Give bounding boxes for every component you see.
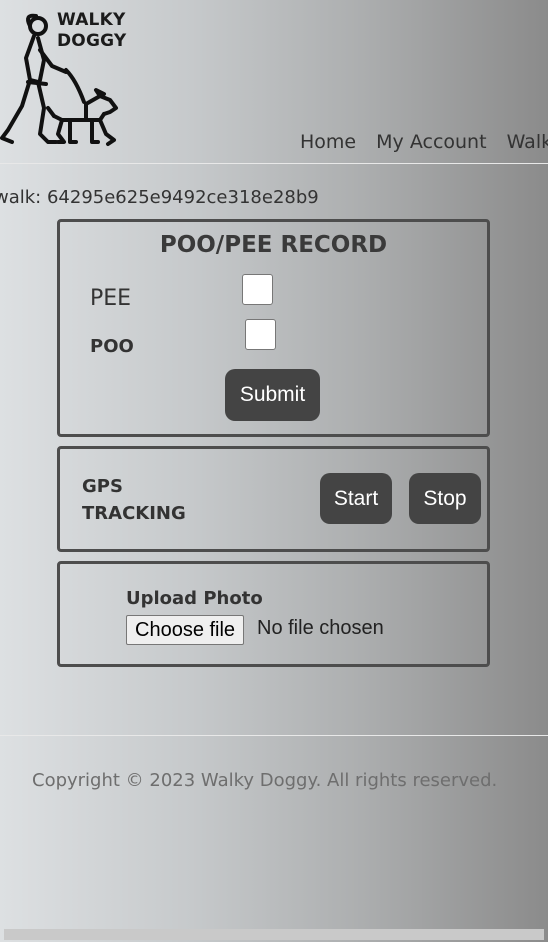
- upload-photo-card: Upload Photo Choose file No file chosen: [57, 561, 490, 667]
- footer-divider: [0, 735, 548, 736]
- header-divider: [0, 163, 548, 164]
- submit-button[interactable]: Submit: [225, 369, 320, 421]
- walk-id-text: walk: 64295e625e9492ce318e28b9: [0, 187, 319, 208]
- file-status-text: No file chosen: [257, 617, 384, 639]
- record-title: POO/PEE RECORD: [159, 232, 388, 258]
- stop-tracking-button[interactable]: Stop: [409, 473, 481, 524]
- poo-label: POO: [90, 336, 134, 357]
- logo-text-line2: DOGGY: [57, 31, 127, 51]
- nav-walker-link[interactable]: Walke: [507, 131, 548, 153]
- horizontal-scrollbar[interactable]: [4, 929, 544, 940]
- main-nav: Home My Account Walke: [300, 131, 548, 153]
- pee-checkbox[interactable]: [242, 274, 273, 305]
- logo-text: WALKY DOGGY: [57, 10, 126, 52]
- poo-pee-record-card: POO/PEE RECORD PEE POO Submit: [57, 219, 490, 437]
- nav-home-link[interactable]: Home: [300, 131, 356, 153]
- upload-photo-label: Upload Photo: [126, 588, 263, 609]
- choose-file-button[interactable]: Choose file: [126, 615, 245, 645]
- logo-text-line1: WALKY: [57, 10, 126, 30]
- gps-label-line1: GPS: [82, 476, 123, 497]
- start-tracking-button[interactable]: Start: [320, 473, 392, 524]
- nav-my-account-link[interactable]: My Account: [376, 131, 486, 153]
- gps-label-line2: TRACKING: [82, 503, 186, 524]
- gps-tracking-label: GPS TRACKING: [82, 473, 186, 527]
- pee-label: PEE: [90, 286, 132, 311]
- copyright-text: Copyright © 2023 Walky Doggy. All rights…: [32, 770, 498, 791]
- gps-tracking-card: GPS TRACKING Start Stop: [57, 446, 490, 552]
- poo-checkbox[interactable]: [245, 319, 276, 350]
